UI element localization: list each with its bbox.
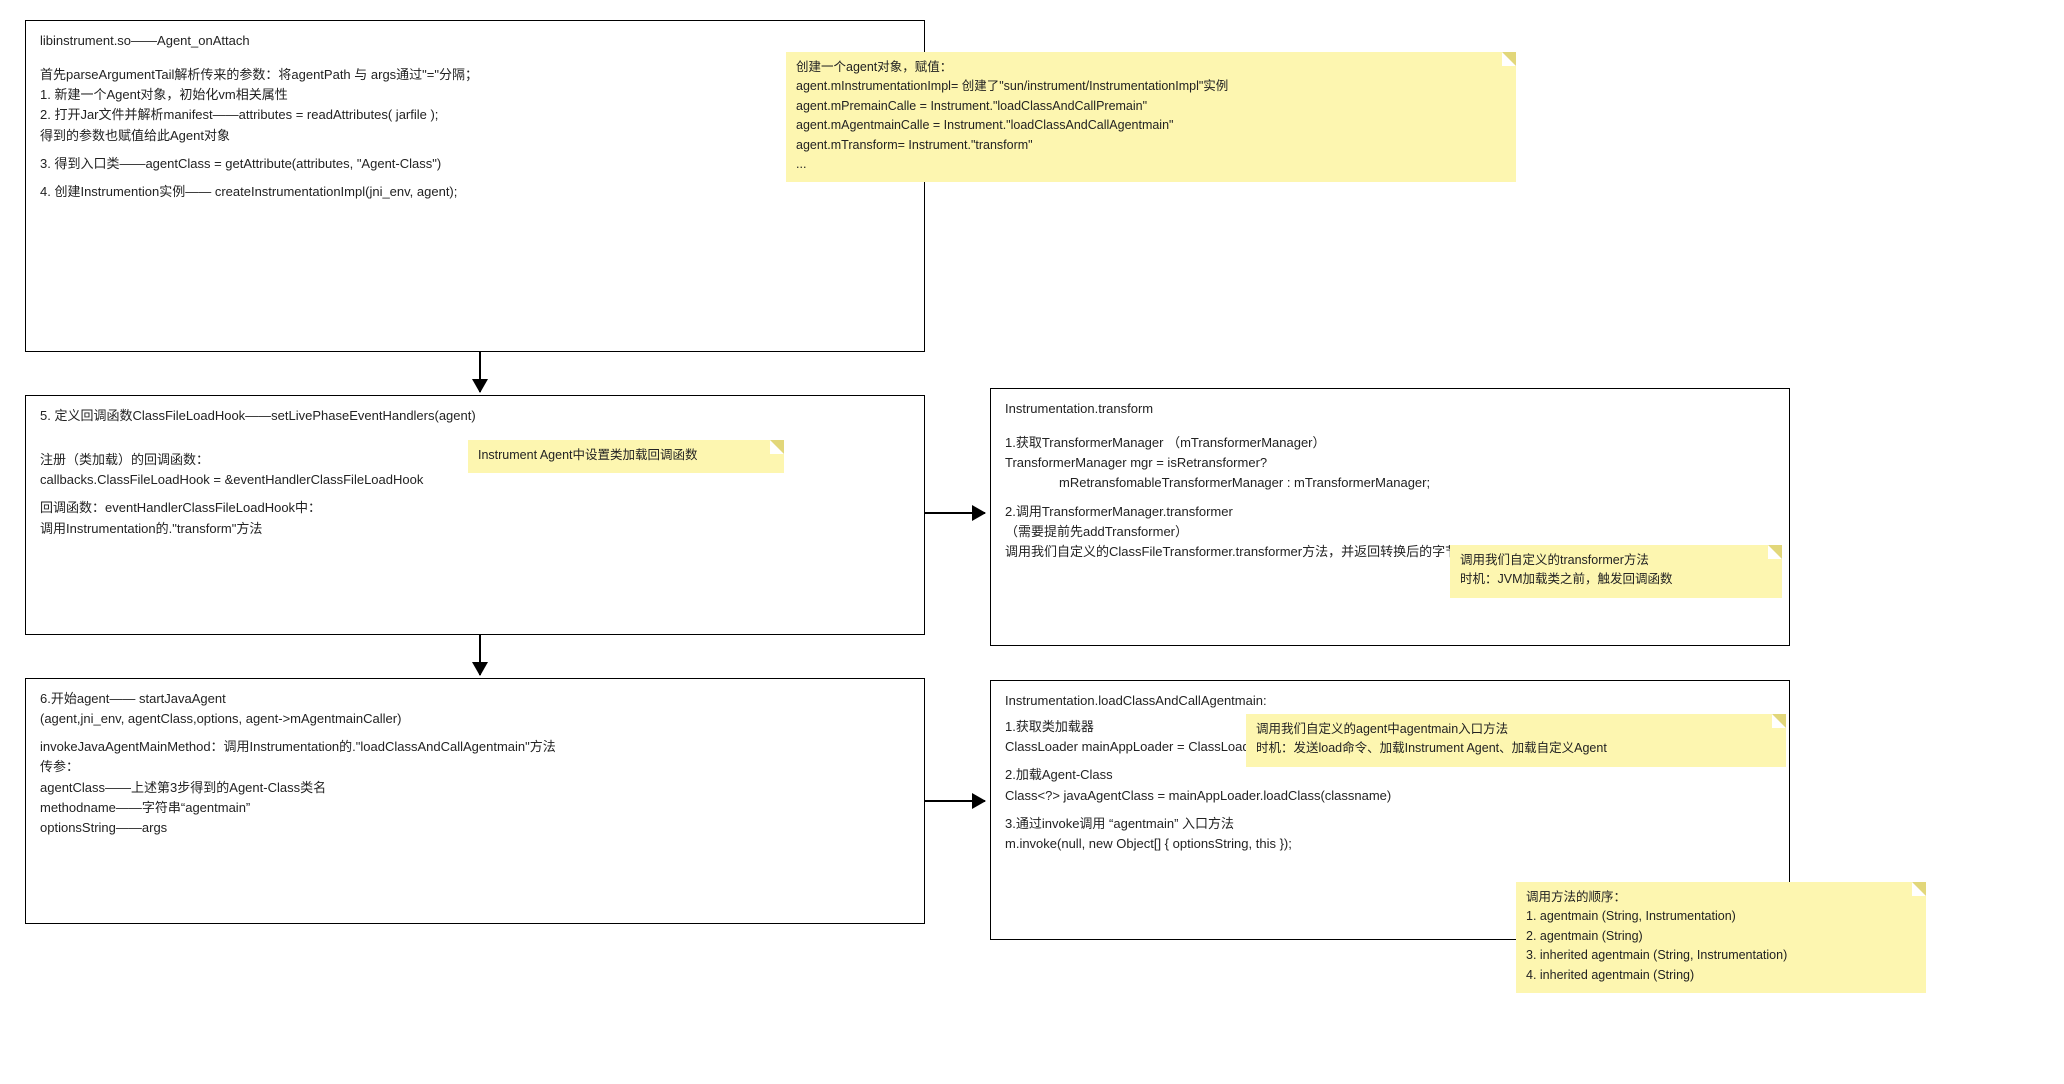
arrow-box2-box4 xyxy=(925,512,985,514)
box1-step2b: 得到的参数也赋值给此Agent对象 xyxy=(40,126,910,146)
sticky5-l5: 4. inherited agentmain (String) xyxy=(1526,966,1916,985)
sticky5-l4: 3. inherited agentmain (String, Instrume… xyxy=(1526,946,1916,965)
box4-l4: 2.调用TransformerManager.transformer xyxy=(1005,502,1775,522)
arrow-box3-box5 xyxy=(925,800,985,802)
box4-l3: mRetransfomableTransformerManager : mTra… xyxy=(1005,473,1775,493)
sticky-agent-fields: 创建一个agent对象，赋值： agent.mInstrumentationIm… xyxy=(786,52,1516,182)
sticky3-l1: 调用我们自定义的transformer方法 xyxy=(1460,551,1772,570)
sticky4-l2: 时机：发送load命令、加载Instrument Agent、加载自定义Agen… xyxy=(1256,739,1776,758)
sticky1-l1: 创建一个agent对象，赋值： xyxy=(796,58,1506,77)
sticky-loadhook-note: Instrument Agent中设置类加载回调函数 xyxy=(468,440,784,473)
box4-l1: 1.获取TransformerManager （mTransformerMana… xyxy=(1005,433,1775,453)
box1-step1: 1. 新建一个Agent对象，初始化vm相关属性 xyxy=(40,85,910,105)
box1-step2: 2. 打开Jar文件并解析manifest——attributes = read… xyxy=(40,105,910,125)
box-startjavaagent: 6.开始agent—— startJavaAgent (agent,jni_en… xyxy=(25,678,925,924)
box2-l4: 回调函数：eventHandlerClassFileLoadHook中： xyxy=(40,498,910,518)
sticky1-l6: ... xyxy=(796,155,1506,174)
sticky3-l2: 时机：JVM加载类之前，触发回调函数 xyxy=(1460,570,1772,589)
sticky1-l2: agent.mInstrumentationImpl= 创建了"sun/inst… xyxy=(796,77,1506,96)
sticky1-l3: agent.mPremainCalle = Instrument."loadCl… xyxy=(796,97,1506,116)
box5-title: Instrumentation.loadClassAndCallAgentmai… xyxy=(1005,691,1775,711)
box4-l5: （需要提前先addTransformer） xyxy=(1005,522,1775,542)
box5-l2: 2.加载Agent-Class xyxy=(1005,765,1775,785)
box4-l2: TransformerManager mgr = isRetransformer… xyxy=(1005,453,1775,473)
sticky-transform-note: 调用我们自定义的transformer方法 时机：JVM加载类之前，触发回调函数 xyxy=(1450,545,1782,598)
box5-l3: 3.通过invoke调用 “agentmain” 入口方法 xyxy=(1005,814,1775,834)
box1-step4: 4. 创建Instrumention实例—— createInstrumenta… xyxy=(40,182,910,202)
box2-step5: 5. 定义回调函数ClassFileLoadHook——setLivePhase… xyxy=(40,406,910,426)
sticky1-l5: agent.mTransform= Instrument."transform" xyxy=(796,136,1506,155)
box3-l5: methodname——字符串“agentmain” xyxy=(40,798,910,818)
box5-l3b: m.invoke(null, new Object[] { optionsStr… xyxy=(1005,834,1775,854)
sticky2-l1: Instrument Agent中设置类加载回调函数 xyxy=(478,446,774,465)
sticky5-l1: 调用方法的顺序： xyxy=(1526,888,1916,907)
box5-l2b: Class<?> javaAgentClass = mainAppLoader.… xyxy=(1005,786,1775,806)
arrow-box2-box3 xyxy=(479,635,481,675)
box3-l3: 传参： xyxy=(40,757,910,777)
box4-title: Instrumentation.transform xyxy=(1005,399,1775,419)
box3-l4: agentClass——上述第3步得到的Agent-Class类名 xyxy=(40,778,910,798)
sticky5-l3: 2. agentmain (String) xyxy=(1526,927,1916,946)
sticky1-l4: agent.mAgentmainCalle = Instrument."load… xyxy=(796,116,1506,135)
box1-step3: 3. 得到入口类——agentClass = getAttribute(attr… xyxy=(40,154,910,174)
sticky5-l2: 1. agentmain (String, Instrumentation) xyxy=(1526,907,1916,926)
box1-title: libinstrument.so——Agent_onAttach xyxy=(40,31,910,51)
box3-l2: invokeJavaAgentMainMethod：调用Instrumentat… xyxy=(40,737,910,757)
box1-intro: 首先parseArgumentTail解析传来的参数：将agentPath 与 … xyxy=(40,65,910,85)
box2-l5: 调用Instrumentation的."transform"方法 xyxy=(40,519,910,539)
box3-l6: optionsString——args xyxy=(40,818,910,838)
box-classfileloadhook: 5. 定义回调函数ClassFileLoadHook——setLivePhase… xyxy=(25,395,925,635)
arrow-box1-box2 xyxy=(479,352,481,392)
box3-step6: 6.开始agent—— startJavaAgent xyxy=(40,689,910,709)
box3-step6b: (agent,jni_env, agentClass,options, agen… xyxy=(40,709,910,729)
box-transform: Instrumentation.transform 1.获取Transforme… xyxy=(990,388,1790,646)
sticky-invoke-order: 调用方法的顺序： 1. agentmain (String, Instrumen… xyxy=(1516,882,1926,993)
sticky4-l1: 调用我们自定义的agent中agentmain入口方法 xyxy=(1256,720,1776,739)
sticky-agentmain-note: 调用我们自定义的agent中agentmain入口方法 时机：发送load命令、… xyxy=(1246,714,1786,767)
